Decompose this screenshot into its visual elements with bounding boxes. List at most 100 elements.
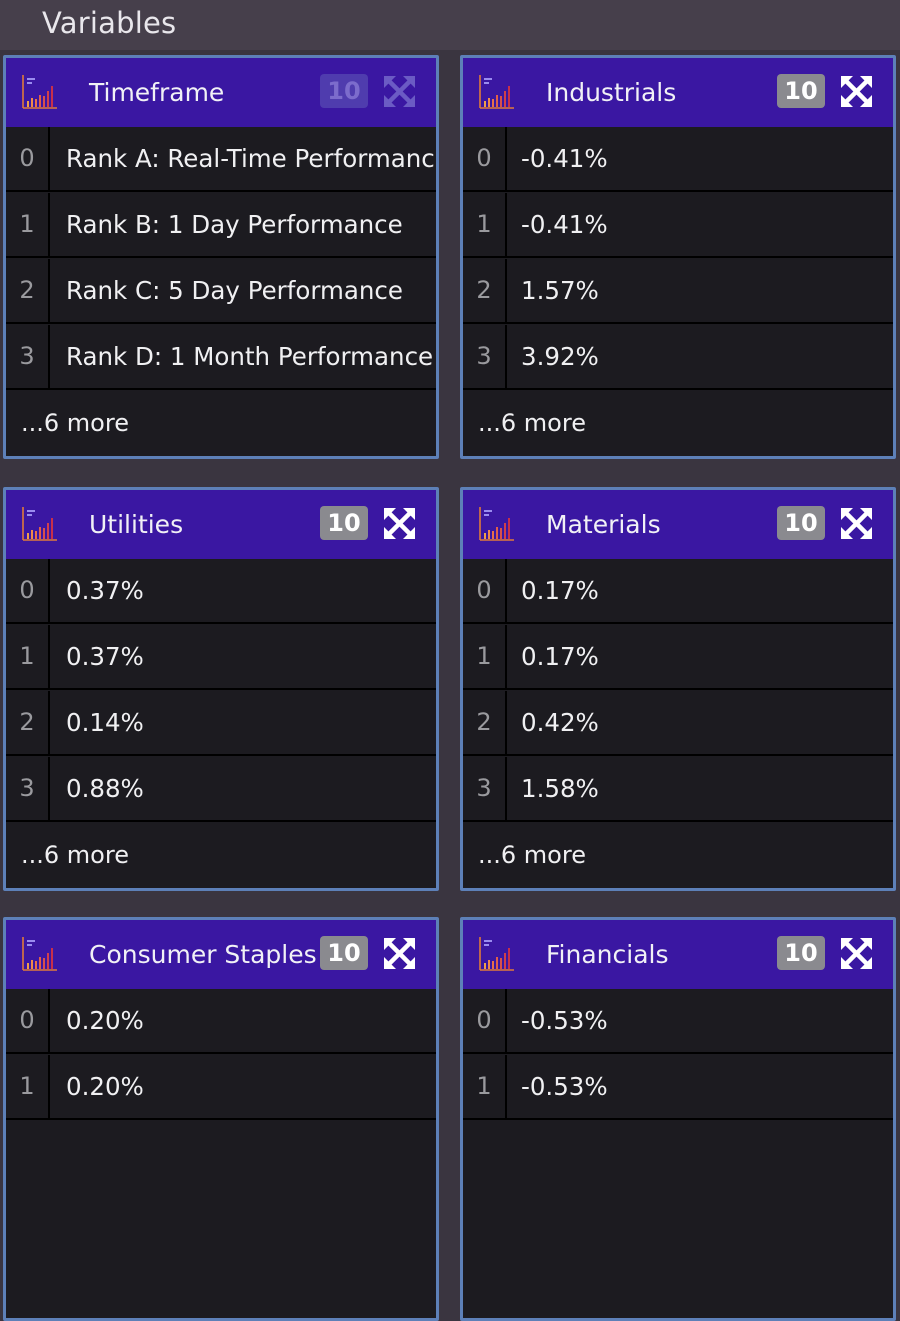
variable-card-financials: Financials 10 0 -0.53% 1 -0.53%	[460, 917, 896, 1321]
row-value: Rank D: 1 Month Performance	[66, 342, 434, 371]
row-value: Rank A: Real-Time Performance	[66, 144, 439, 173]
count-badge: 10	[320, 936, 368, 970]
row-index: 3	[6, 757, 50, 820]
card-title: Timeframe	[89, 78, 225, 107]
row-index: 1	[6, 625, 50, 688]
row-value: 3.92%	[521, 342, 599, 371]
page-title: Variables	[42, 6, 177, 40]
bar-chart-icon	[19, 504, 59, 544]
card-title: Materials	[546, 510, 661, 539]
row-value: 0.42%	[521, 708, 599, 737]
table-row: 0 Rank A: Real-Time Performance	[6, 127, 436, 192]
variable-card-timeframe: Timeframe 10 0 Rank A: Real-Time Perform…	[3, 55, 439, 459]
row-value: -0.53%	[521, 1072, 608, 1101]
expand-icon[interactable]	[383, 937, 416, 970]
row-index: 0	[463, 127, 507, 190]
expand-icon[interactable]	[840, 507, 873, 540]
table-row: 0 0.37%	[6, 559, 436, 624]
row-index: 0	[463, 559, 507, 622]
row-index: 1	[463, 625, 507, 688]
row-value: 0.37%	[66, 576, 144, 605]
row-value: Rank C: 5 Day Performance	[66, 276, 403, 305]
expand-icon[interactable]	[840, 75, 873, 108]
row-value: 0.88%	[66, 774, 144, 803]
card-header: Utilities 10	[6, 490, 436, 559]
more-link[interactable]: ...6 more	[478, 841, 586, 869]
count-badge: 10	[777, 506, 825, 540]
count-badge: 10	[320, 506, 368, 540]
table-row: 0 -0.53%	[463, 989, 893, 1054]
row-index: 3	[463, 757, 507, 820]
row-value: -0.53%	[521, 1006, 608, 1035]
row-value: 1.58%	[521, 774, 599, 803]
row-index: 2	[6, 691, 50, 754]
table-row: 2 0.42%	[463, 691, 893, 756]
row-index: 3	[6, 325, 50, 388]
count-badge: 10	[777, 74, 825, 108]
row-value: -0.41%	[521, 210, 608, 239]
card-title: Financials	[546, 940, 669, 969]
row-index: 1	[6, 193, 50, 256]
expand-icon[interactable]	[383, 75, 416, 108]
table-row: 1 Rank B: 1 Day Performance	[6, 193, 436, 258]
row-value: Rank B: 1 Day Performance	[66, 210, 403, 239]
table-row: 2 0.14%	[6, 691, 436, 756]
bar-chart-icon	[476, 72, 516, 112]
table-row: 1 0.20%	[6, 1055, 436, 1120]
variable-card-consumer-staples: Consumer Staples 10 0 0.20% 1 0.20%	[3, 917, 439, 1321]
expand-icon[interactable]	[840, 937, 873, 970]
bar-chart-icon	[476, 504, 516, 544]
bar-chart-icon	[476, 934, 516, 974]
more-link[interactable]: ...6 more	[21, 409, 129, 437]
row-index: 2	[463, 259, 507, 322]
variable-card-industrials: Industrials 10 0 -0.41% 1 -0.41% 2 1.57%…	[460, 55, 896, 459]
row-value: 0.20%	[66, 1072, 144, 1101]
table-row: 3 Rank D: 1 Month Performance	[6, 325, 436, 390]
variables-header: Variables	[0, 0, 900, 50]
table-row: 0 0.17%	[463, 559, 893, 624]
table-row: 0 0.20%	[6, 989, 436, 1054]
row-value: 0.20%	[66, 1006, 144, 1035]
table-row: 3 0.88%	[6, 757, 436, 822]
row-index: 1	[463, 1055, 507, 1118]
card-header: Timeframe 10	[6, 58, 436, 127]
card-header: Materials 10	[463, 490, 893, 559]
table-row: 1 -0.41%	[463, 193, 893, 258]
row-index: 0	[463, 989, 507, 1052]
card-title: Industrials	[546, 78, 677, 107]
row-index: 2	[463, 691, 507, 754]
row-value: 0.17%	[521, 642, 599, 671]
table-row: 1 0.37%	[6, 625, 436, 690]
row-value: 0.37%	[66, 642, 144, 671]
table-row: 3 1.58%	[463, 757, 893, 822]
table-row: 3 3.92%	[463, 325, 893, 390]
row-value: 0.17%	[521, 576, 599, 605]
more-link[interactable]: ...6 more	[478, 409, 586, 437]
row-value: 0.14%	[66, 708, 144, 737]
row-index: 0	[6, 127, 50, 190]
row-index: 2	[6, 259, 50, 322]
card-header: Financials 10	[463, 920, 893, 989]
card-title: Consumer Staples	[89, 940, 317, 969]
table-row: 1 0.17%	[463, 625, 893, 690]
expand-icon[interactable]	[383, 507, 416, 540]
row-value: 1.57%	[521, 276, 599, 305]
table-row: 2 1.57%	[463, 259, 893, 324]
card-title: Utilities	[89, 510, 184, 539]
row-index: 0	[6, 559, 50, 622]
table-row: 0 -0.41%	[463, 127, 893, 192]
card-header: Industrials 10	[463, 58, 893, 127]
row-index: 0	[6, 989, 50, 1052]
card-header: Consumer Staples 10	[6, 920, 436, 989]
count-badge: 10	[320, 74, 368, 108]
row-index: 1	[463, 193, 507, 256]
row-value: -0.41%	[521, 144, 608, 173]
more-link[interactable]: ...6 more	[21, 841, 129, 869]
variable-card-utilities: Utilities 10 0 0.37% 1 0.37% 2 0.14% 3 0…	[3, 487, 439, 891]
row-index: 1	[6, 1055, 50, 1118]
count-badge: 10	[777, 936, 825, 970]
table-row: 2 Rank C: 5 Day Performance	[6, 259, 436, 324]
bar-chart-icon	[19, 72, 59, 112]
row-index: 3	[463, 325, 507, 388]
table-row: 1 -0.53%	[463, 1055, 893, 1120]
